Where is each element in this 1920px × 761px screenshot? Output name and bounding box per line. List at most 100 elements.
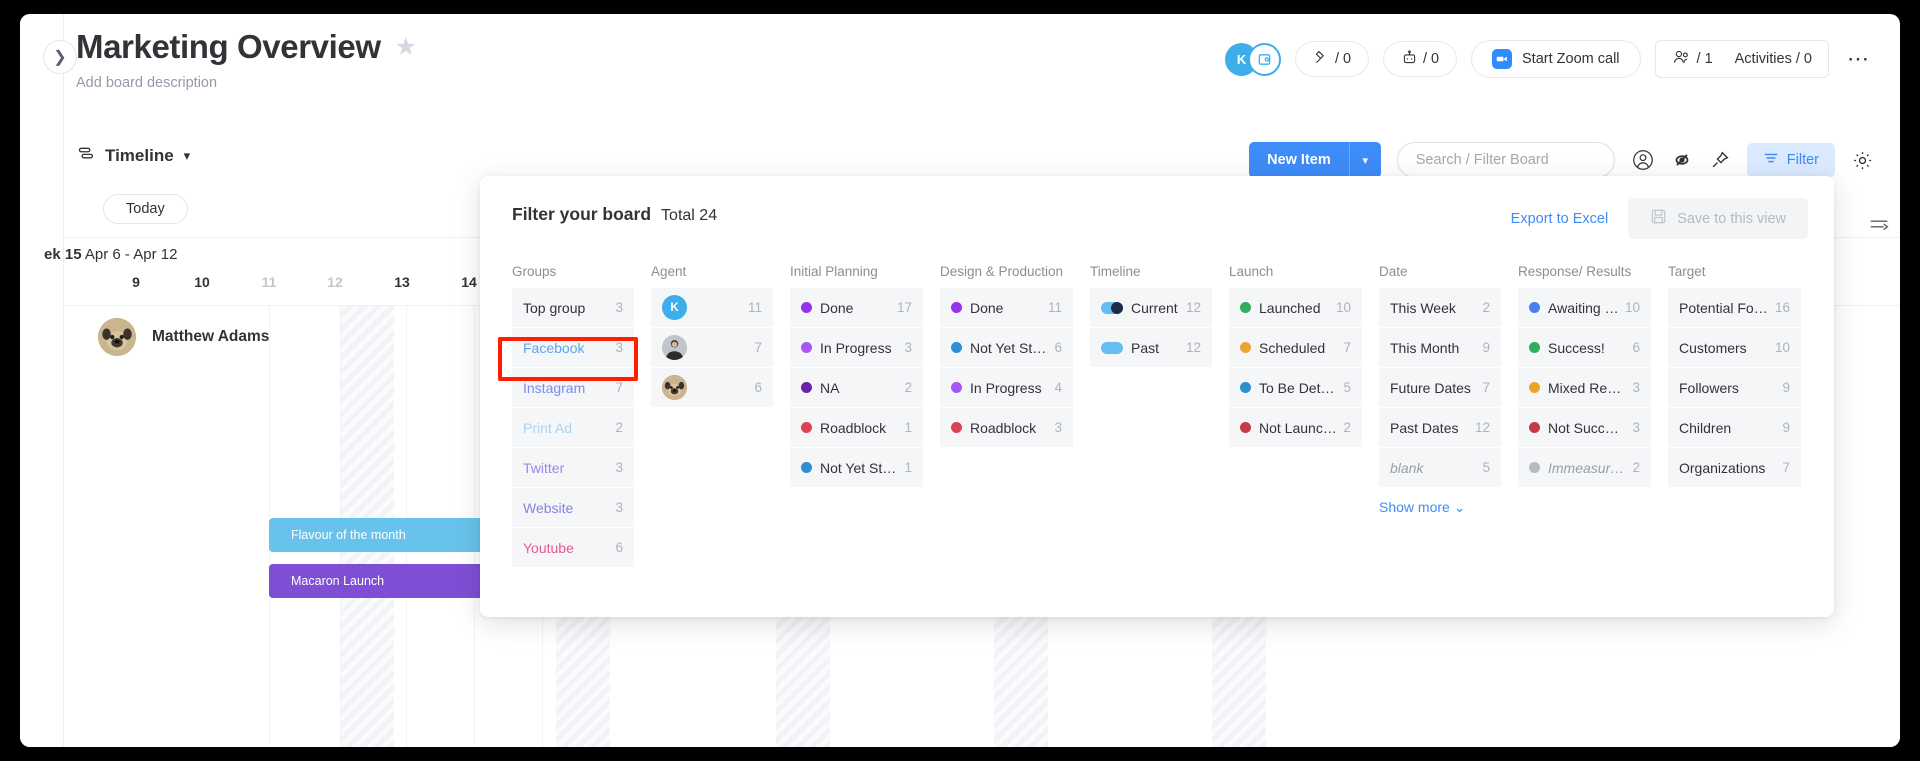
filter-option-label: Children (1679, 419, 1732, 436)
person-circle-icon[interactable] (1631, 148, 1655, 172)
new-item-button[interactable]: New Item ▾ (1249, 142, 1381, 178)
filter-option[interactable]: Facebook 3 (512, 328, 634, 368)
filter-option[interactable]: Current 12 (1090, 288, 1212, 328)
filter-option-label: Followers (1679, 379, 1739, 396)
filter-option[interactable]: In Progress 3 (790, 328, 923, 368)
filter-option-label: Past (1131, 339, 1160, 356)
filter-option[interactable]: Done 17 (790, 288, 923, 328)
filter-option[interactable]: Success! 6 (1518, 328, 1651, 368)
filter-option[interactable]: To Be Deter... 5 (1229, 368, 1362, 408)
filter-option-label: Mixed Resul... (1548, 379, 1626, 396)
filter-option-label: Success! (1548, 339, 1605, 356)
search-placeholder: Search / Filter Board (1415, 152, 1549, 168)
filter-option[interactable]: This Month 9 (1379, 328, 1501, 368)
filter-option[interactable]: Organizations 7 (1668, 448, 1801, 488)
filter-option[interactable]: Children 9 (1668, 408, 1801, 448)
integrations-button[interactable]: / 0 (1295, 41, 1370, 77)
filter-option-label: blank (1390, 459, 1424, 476)
filter-option[interactable]: 7 (651, 328, 773, 368)
filter-option[interactable]: Instagram 7 (512, 368, 634, 408)
gear-icon[interactable] (1851, 149, 1874, 172)
start-zoom-call-button[interactable]: Start Zoom call (1471, 40, 1641, 78)
filter-option[interactable]: Roadblock 3 (940, 408, 1073, 448)
filter-option[interactable]: K 11 (651, 288, 773, 328)
filter-option[interactable]: Roadblock 1 (790, 408, 923, 448)
day-label: 12 (327, 274, 343, 290)
search-input[interactable]: Search / Filter Board (1396, 142, 1615, 178)
timeline-bar-label: Macaron Launch (291, 574, 385, 588)
filter-option[interactable]: Followers 9 (1668, 368, 1801, 408)
pin-icon[interactable] (1709, 149, 1731, 171)
filter-option[interactable]: blank 5 (1379, 448, 1501, 488)
filter-option[interactable]: Not Succes... 3 (1518, 408, 1651, 448)
filter-option-count: 3 (1632, 420, 1640, 435)
members-button[interactable]: / 1 (1672, 48, 1713, 71)
filter-option-label: To Be Deter... (1259, 379, 1338, 396)
timeline-person-row: Matthew Adams (98, 318, 269, 356)
board-title-row: Marketing Overview ★ (76, 28, 417, 66)
filter-option[interactable]: Youtube 6 (512, 528, 634, 568)
eye-hidden-icon[interactable] (1671, 149, 1693, 171)
left-rail (20, 14, 64, 747)
activities-box: / 1 Activities / 0 (1654, 40, 1829, 78)
filter-option[interactable]: Future Dates 7 (1379, 368, 1501, 408)
filter-option[interactable]: Immeasura... 2 (1518, 448, 1651, 488)
status-color-dot (1529, 462, 1540, 473)
filter-option[interactable]: Past 12 (1090, 328, 1212, 368)
add-member-icon[interactable] (1248, 42, 1282, 76)
filter-option[interactable]: Not Launch... 2 (1229, 408, 1362, 448)
integrations-icon (1313, 49, 1330, 70)
filter-option-label: Not Yet Star... (970, 339, 1049, 356)
filter-option[interactable]: Done 11 (940, 288, 1073, 328)
today-button[interactable]: Today (103, 194, 188, 224)
filter-option-count: 3 (615, 500, 623, 515)
filter-button[interactable]: Filter (1746, 143, 1835, 177)
more-options-icon[interactable]: ⋯ (1843, 46, 1874, 72)
filter-option[interactable]: Website 3 (512, 488, 634, 528)
filter-column-title: Launch (1229, 264, 1274, 279)
status-color-dot (1240, 302, 1251, 313)
filter-option[interactable]: Past Dates 12 (1379, 408, 1501, 448)
filter-option[interactable]: Awaiting R... 10 (1518, 288, 1651, 328)
filter-option-label: Launched (1259, 299, 1321, 316)
filter-option[interactable]: Not Yet Star... 6 (940, 328, 1073, 368)
filter-option[interactable]: Print Ad 2 (512, 408, 634, 448)
sort-rows-icon[interactable] (1868, 214, 1892, 240)
star-icon[interactable]: ★ (395, 34, 417, 60)
filter-option-label: Not Launch... (1259, 419, 1338, 436)
filter-option-count: 1 (904, 460, 912, 475)
filter-option-label: Print Ad (523, 419, 573, 436)
filter-option-label: In Progress (970, 379, 1042, 396)
timeline-view-icon (76, 144, 95, 168)
sidebar-expand-button[interactable]: ❯ (43, 40, 77, 74)
filter-option[interactable]: Mixed Resul... 3 (1518, 368, 1651, 408)
export-to-excel-button[interactable]: Export to Excel (1501, 203, 1619, 235)
filter-option[interactable]: Customers 10 (1668, 328, 1801, 368)
filter-option[interactable]: Twitter 3 (512, 448, 634, 488)
status-color-dot (801, 422, 812, 433)
activities-label[interactable]: Activities / 0 (1735, 51, 1812, 67)
chevron-down-icon[interactable]: ▾ (1348, 142, 1381, 178)
filter-option[interactable]: Potential Follov 16 (1668, 288, 1801, 328)
automations-count: / 0 (1422, 51, 1440, 67)
filter-option[interactable]: Scheduled 7 (1229, 328, 1362, 368)
filter-option[interactable]: This Week 2 (1379, 288, 1501, 328)
filter-column: Agent K 11 7 6 (651, 264, 773, 617)
automations-button[interactable]: / 0 (1383, 41, 1458, 77)
filter-option[interactable]: In Progress 4 (940, 368, 1073, 408)
members-count: / 1 (1696, 51, 1713, 67)
filter-option-count: 7 (1343, 340, 1351, 355)
show-more-button[interactable]: Show more ⌄ (1379, 499, 1501, 516)
filter-option[interactable]: 6 (651, 368, 773, 408)
status-color-dot (951, 382, 962, 393)
filter-option[interactable]: Not Yet Star... 1 (790, 448, 923, 488)
board-toolbar: New Item ▾ Search / Filter Board Filter (1249, 142, 1874, 178)
view-selector[interactable]: Timeline ▾ (76, 144, 190, 168)
save-to-this-view-button[interactable]: Save to this view (1628, 198, 1808, 239)
filter-column: Design & Production Done 11 Not Yet Star...… (940, 264, 1073, 617)
filter-option[interactable]: Top group 3 (512, 288, 634, 328)
app-window: ❯ Marketing Overview ★ Add board descrip… (20, 14, 1900, 747)
filter-option[interactable]: NA 2 (790, 368, 923, 408)
filter-option[interactable]: Launched 10 (1229, 288, 1362, 328)
board-description-placeholder[interactable]: Add board description (76, 75, 417, 91)
